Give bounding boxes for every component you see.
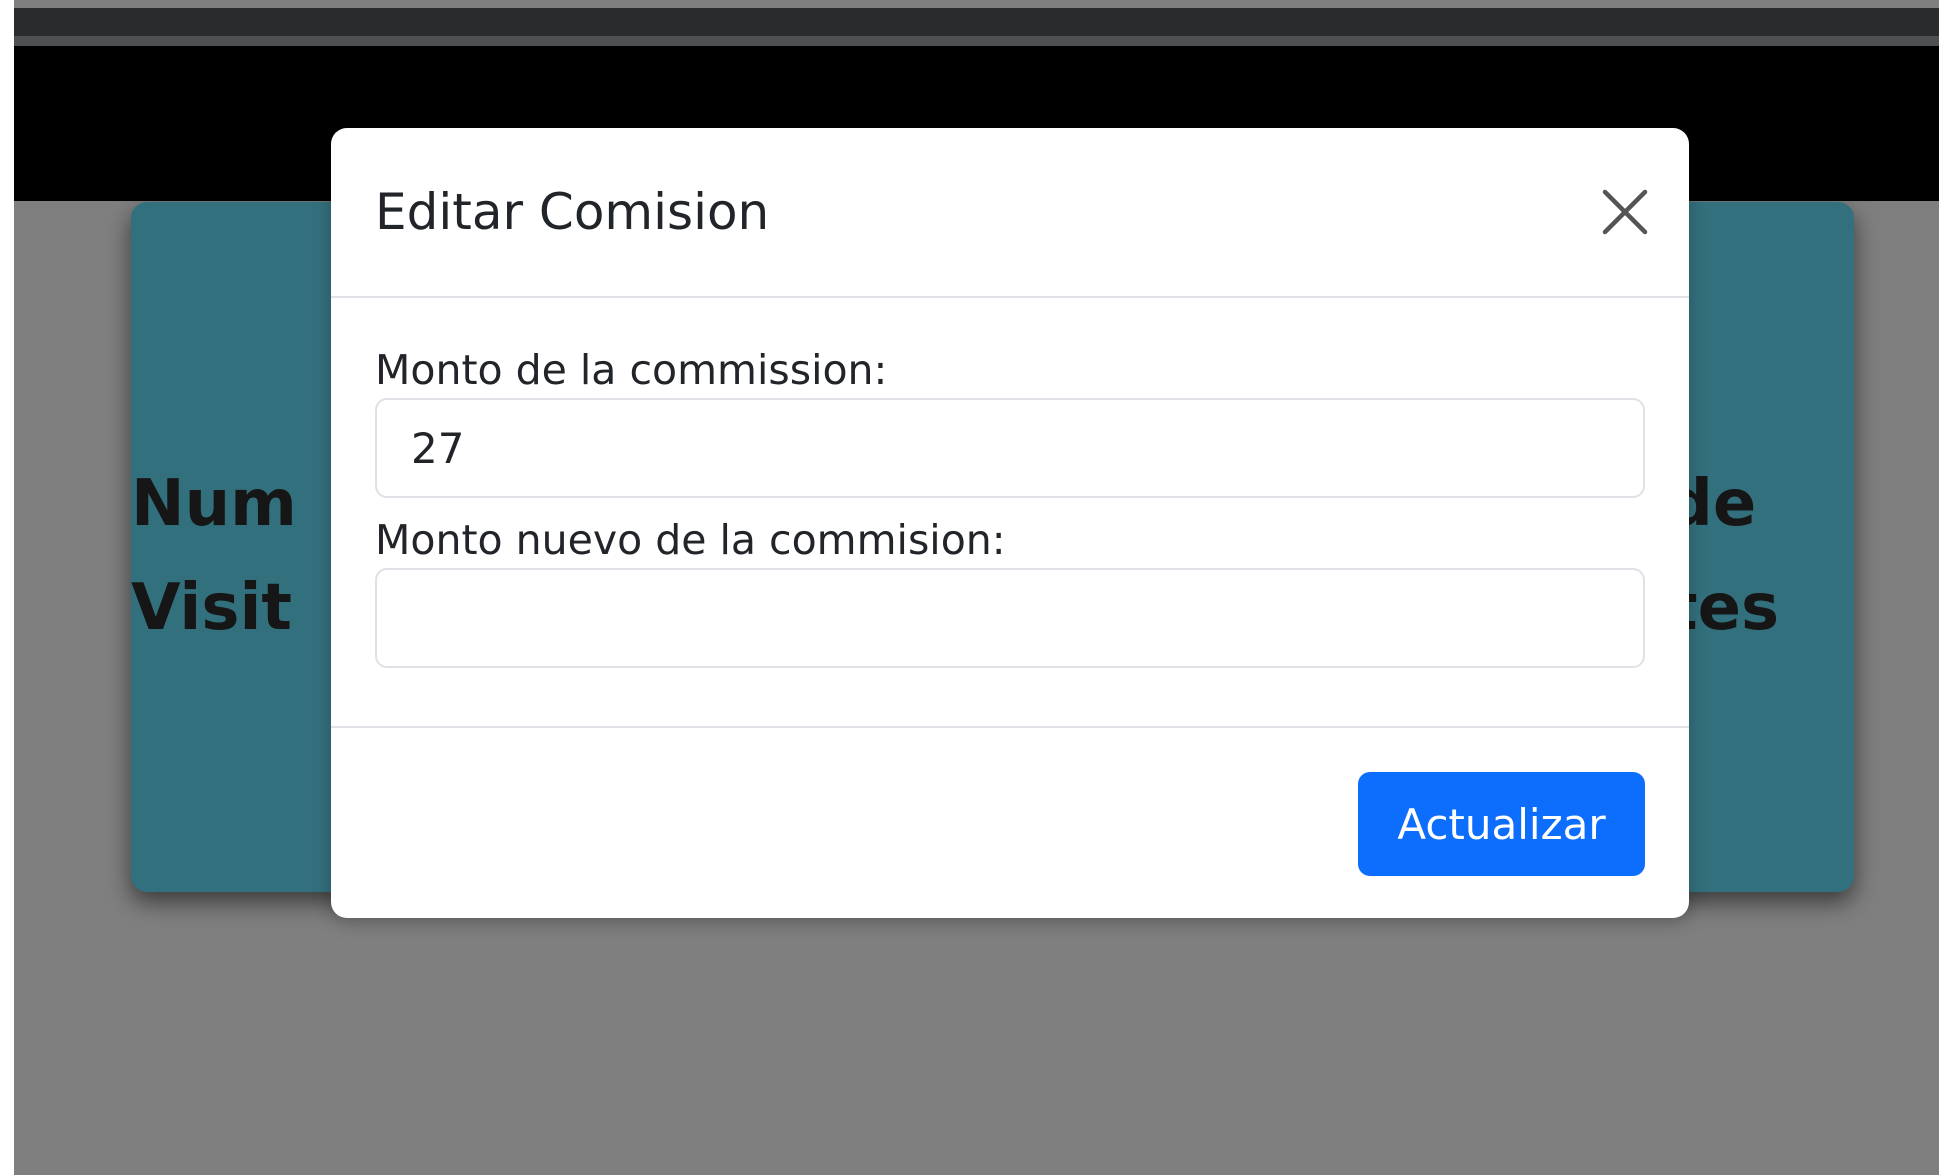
stats-card-title-left: Num Visit [131,452,297,660]
current-amount-label: Monto de la commission: [375,346,888,394]
stats-card-left-line1: Num [131,467,297,541]
browser-toolbar [14,8,1939,36]
new-amount-input[interactable] [375,568,1645,668]
new-amount-label: Monto nuevo de la commision: [375,516,1006,564]
stats-card-left-line2: Visit [131,571,292,645]
page-backdrop: Num Visit de tes Editar Comision Monto d… [14,0,1939,1175]
toolbar-divider [14,36,1939,46]
close-icon [1602,189,1648,235]
close-button[interactable] [1599,186,1651,238]
modal-footer: Actualizar [331,726,1689,918]
update-button[interactable]: Actualizar [1358,772,1645,876]
current-amount-input[interactable] [375,398,1645,498]
modal-header: Editar Comision [331,128,1689,298]
edit-commission-modal: Editar Comision Monto de la commission: … [331,128,1689,918]
modal-title: Editar Comision [375,183,770,241]
